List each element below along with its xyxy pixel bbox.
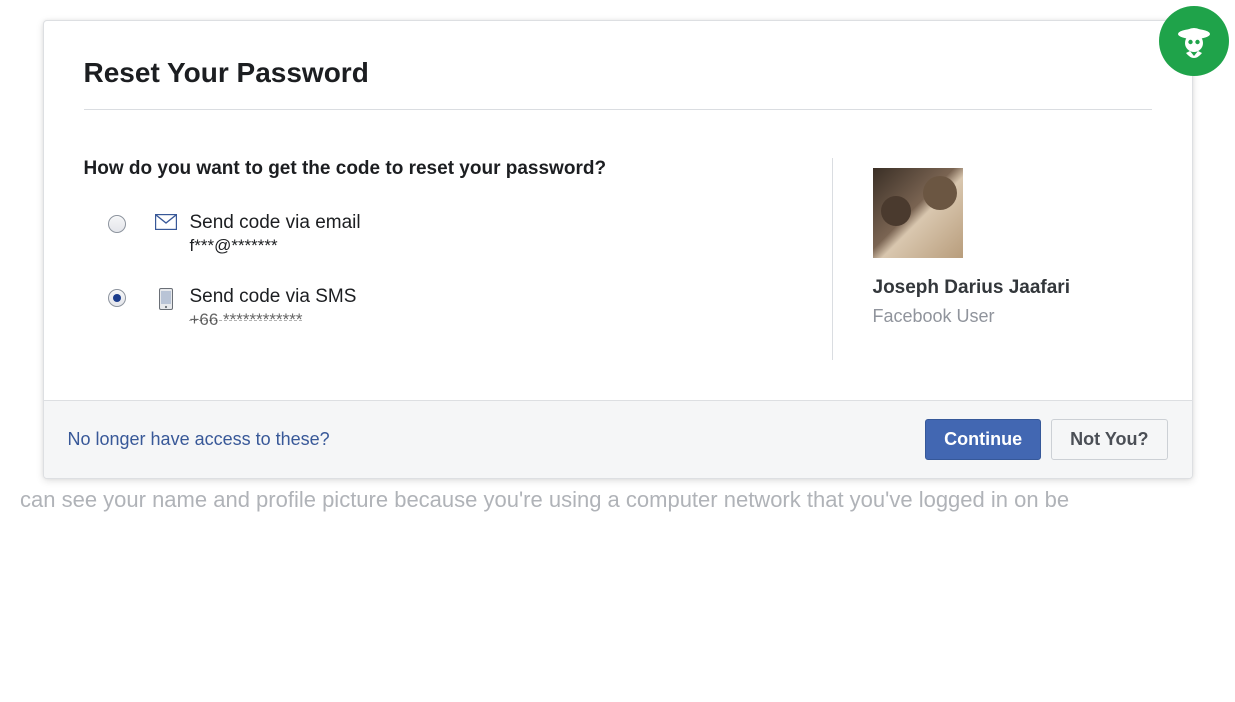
- user-name: Joseph Darius Jaafari: [873, 276, 1152, 300]
- option-sms-label: Send code via SMS: [190, 286, 357, 308]
- dialog-body: How do you want to get the code to reset…: [44, 128, 1192, 400]
- option-email[interactable]: Send code via email f***@*******: [108, 212, 792, 256]
- option-email-text: Send code via email f***@*******: [190, 212, 361, 256]
- user-panel: Joseph Darius Jaafari Facebook User: [832, 158, 1152, 360]
- page-container: Reset Your Password How do you want to g…: [0, 0, 1235, 533]
- radio-sms[interactable]: [108, 289, 126, 307]
- options-panel: How do you want to get the code to reset…: [84, 158, 832, 360]
- footer-actions: Continue Not You?: [925, 419, 1167, 460]
- no-access-link[interactable]: No longer have access to these?: [68, 429, 330, 450]
- notice-text-fragment: can see your name and profile picture be…: [20, 479, 1215, 513]
- not-you-button[interactable]: Not You?: [1051, 419, 1167, 460]
- email-icon: [154, 214, 178, 230]
- prompt-text: How do you want to get the code to reset…: [84, 158, 792, 180]
- dialog-header: Reset Your Password: [44, 21, 1192, 128]
- option-email-detail: f***@*******: [190, 236, 361, 256]
- option-sms-detail: +66 ************: [190, 310, 357, 330]
- user-role: Facebook User: [873, 306, 1152, 327]
- option-sms[interactable]: Send code via SMS +66 ************: [108, 286, 792, 330]
- option-email-label: Send code via email: [190, 212, 361, 234]
- spy-badge-icon: [1159, 6, 1229, 76]
- phone-icon: [154, 288, 178, 310]
- avatar: [873, 168, 963, 258]
- continue-button[interactable]: Continue: [925, 419, 1041, 460]
- dialog-title: Reset Your Password: [84, 57, 1152, 110]
- dialog-footer: No longer have access to these? Continue…: [44, 400, 1192, 478]
- radio-email[interactable]: [108, 215, 126, 233]
- reset-password-dialog: Reset Your Password How do you want to g…: [43, 20, 1193, 479]
- option-sms-text: Send code via SMS +66 ************: [190, 286, 357, 330]
